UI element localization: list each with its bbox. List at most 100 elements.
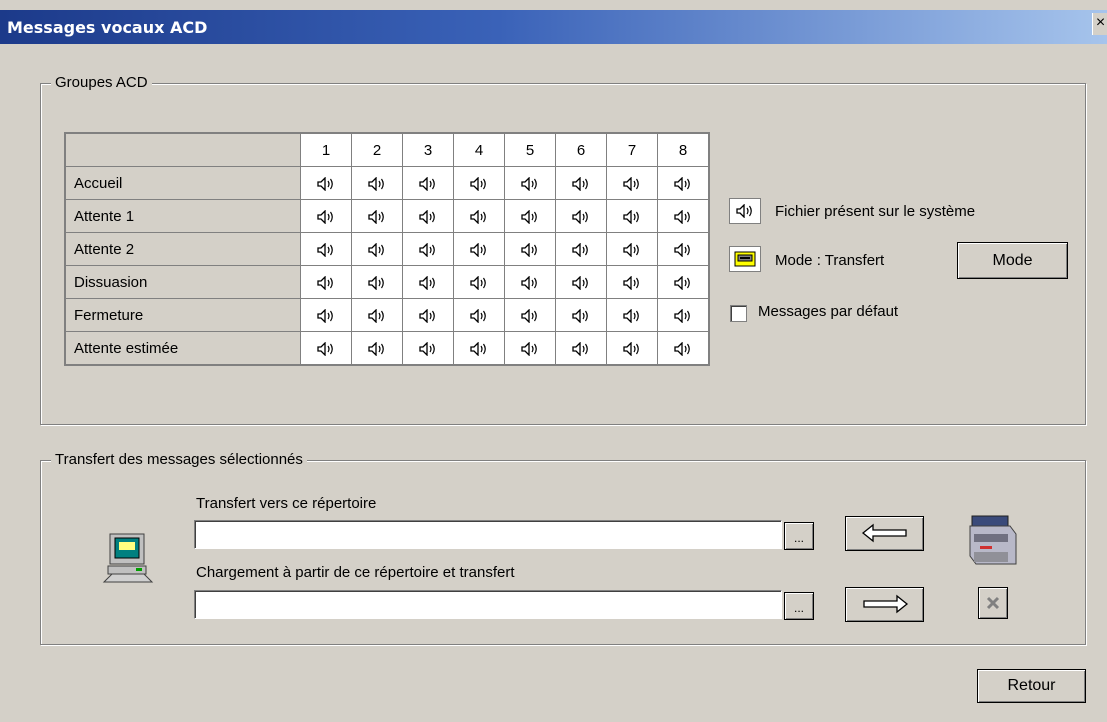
grid-message-cell[interactable] — [300, 232, 352, 266]
grid-message-cell[interactable] — [300, 166, 352, 200]
grid-column-header: 3 — [402, 132, 454, 167]
arrow-right-icon — [862, 594, 908, 614]
grid-message-cell[interactable] — [555, 166, 607, 200]
grid-message-cell[interactable] — [606, 265, 658, 299]
grid-row-label: Attente 2 — [64, 232, 301, 266]
grid-message-cell[interactable] — [657, 199, 710, 233]
speaker-icon — [368, 209, 384, 224]
speaker-icon — [317, 242, 333, 257]
speaker-icon — [521, 275, 537, 290]
dest-label: Transfert vers ce répertoire — [196, 495, 377, 512]
grid-message-cell[interactable] — [504, 232, 556, 266]
speaker-icon — [521, 308, 537, 323]
legend-speaker-box — [729, 198, 761, 224]
grid-message-cell[interactable] — [555, 298, 607, 332]
grid-message-cell[interactable] — [300, 199, 352, 233]
grid-message-cell[interactable] — [606, 166, 658, 200]
grid-message-cell[interactable] — [402, 199, 454, 233]
grid-row: Accueil — [64, 166, 710, 200]
grid-column-header: 2 — [351, 132, 403, 167]
grid-message-cell[interactable] — [453, 199, 505, 233]
grid-row: Attente 1 — [64, 199, 710, 233]
speaker-icon — [470, 209, 486, 224]
grid-message-cell[interactable] — [606, 298, 658, 332]
grid-column-header: 1 — [300, 132, 352, 167]
grid-message-cell[interactable] — [300, 331, 352, 366]
grid-message-cell[interactable] — [555, 331, 607, 366]
grid-message-cell[interactable] — [606, 199, 658, 233]
grid-message-cell[interactable] — [300, 265, 352, 299]
grid-message-cell[interactable] — [657, 166, 710, 200]
speaker-icon — [419, 341, 435, 356]
grid-message-cell[interactable] — [606, 232, 658, 266]
grid-message-cell[interactable] — [657, 331, 710, 366]
grid-message-cell[interactable] — [351, 232, 403, 266]
grid-column-header: 8 — [657, 132, 710, 167]
grid-message-cell[interactable] — [402, 232, 454, 266]
grid-message-cell[interactable] — [555, 232, 607, 266]
acd-message-grid: 12345678 Accueil Attente 1 Attente 2 Dissua… — [64, 132, 710, 366]
grid-message-cell[interactable] — [300, 298, 352, 332]
speaker-icon — [317, 308, 333, 323]
transfer-left-arrow-button[interactable] — [845, 516, 924, 551]
load-directory-input[interactable] — [194, 590, 782, 619]
grid-message-cell[interactable] — [351, 199, 403, 233]
grid-message-cell[interactable] — [453, 298, 505, 332]
grid-message-cell[interactable] — [504, 298, 556, 332]
speaker-icon — [419, 242, 435, 257]
grid-message-cell[interactable] — [402, 265, 454, 299]
speaker-icon — [521, 209, 537, 224]
grid-message-cell[interactable] — [351, 298, 403, 332]
grid-message-cell[interactable] — [453, 331, 505, 366]
speaker-icon — [521, 176, 537, 191]
grid-message-cell[interactable] — [402, 331, 454, 366]
retour-button[interactable]: Retour — [977, 669, 1086, 703]
grid-message-cell[interactable] — [453, 232, 505, 266]
speaker-icon — [674, 308, 690, 323]
load-browse-button[interactable]: ... — [784, 592, 814, 620]
dest-browse-button[interactable]: ... — [784, 522, 814, 550]
grid-message-cell[interactable] — [555, 199, 607, 233]
grid-message-cell[interactable] — [402, 298, 454, 332]
cassette-icon — [734, 251, 756, 267]
grid-message-cell[interactable] — [504, 199, 556, 233]
grid-message-cell[interactable] — [606, 331, 658, 366]
grid-message-cell[interactable] — [402, 166, 454, 200]
computer-icon — [102, 533, 154, 583]
default-messages-checkbox[interactable] — [730, 305, 747, 322]
grid-row: Attente estimée — [64, 331, 710, 366]
grid-message-cell[interactable] — [555, 265, 607, 299]
grid-message-cell[interactable] — [504, 166, 556, 200]
grid-message-cell[interactable] — [351, 331, 403, 366]
transfer-right-arrow-button[interactable] — [845, 587, 924, 622]
title-bar: Messages vocaux ACD — [0, 10, 1107, 44]
grid-message-cell[interactable] — [453, 265, 505, 299]
grid-message-cell[interactable] — [657, 232, 710, 266]
grid-message-cell[interactable] — [453, 166, 505, 200]
speaker-icon — [572, 242, 588, 257]
grid-message-cell[interactable] — [351, 166, 403, 200]
cancel-transfer-button[interactable] — [978, 587, 1008, 619]
speaker-icon — [419, 176, 435, 191]
speaker-icon — [521, 341, 537, 356]
speaker-icon — [419, 275, 435, 290]
close-button[interactable]: × — [1092, 13, 1107, 35]
grid-message-cell[interactable] — [657, 298, 710, 332]
load-label: Chargement à partir de ce répertoire et … — [196, 564, 515, 581]
grid-column-header: 7 — [606, 132, 658, 167]
grid-message-cell[interactable] — [657, 265, 710, 299]
speaker-icon — [674, 341, 690, 356]
speaker-icon — [572, 341, 588, 356]
grid-message-cell[interactable] — [504, 265, 556, 299]
grid-corner — [64, 132, 301, 167]
speaker-icon — [572, 275, 588, 290]
speaker-icon — [623, 308, 639, 323]
grid-message-cell[interactable] — [504, 331, 556, 366]
dest-directory-input[interactable] — [194, 520, 782, 549]
grid-row-label: Accueil — [64, 166, 301, 200]
mode-button[interactable]: Mode — [957, 242, 1068, 279]
grid-column-header: 5 — [504, 132, 556, 167]
speaker-icon — [572, 176, 588, 191]
grid-message-cell[interactable] — [351, 265, 403, 299]
grid-row-label: Attente 1 — [64, 199, 301, 233]
